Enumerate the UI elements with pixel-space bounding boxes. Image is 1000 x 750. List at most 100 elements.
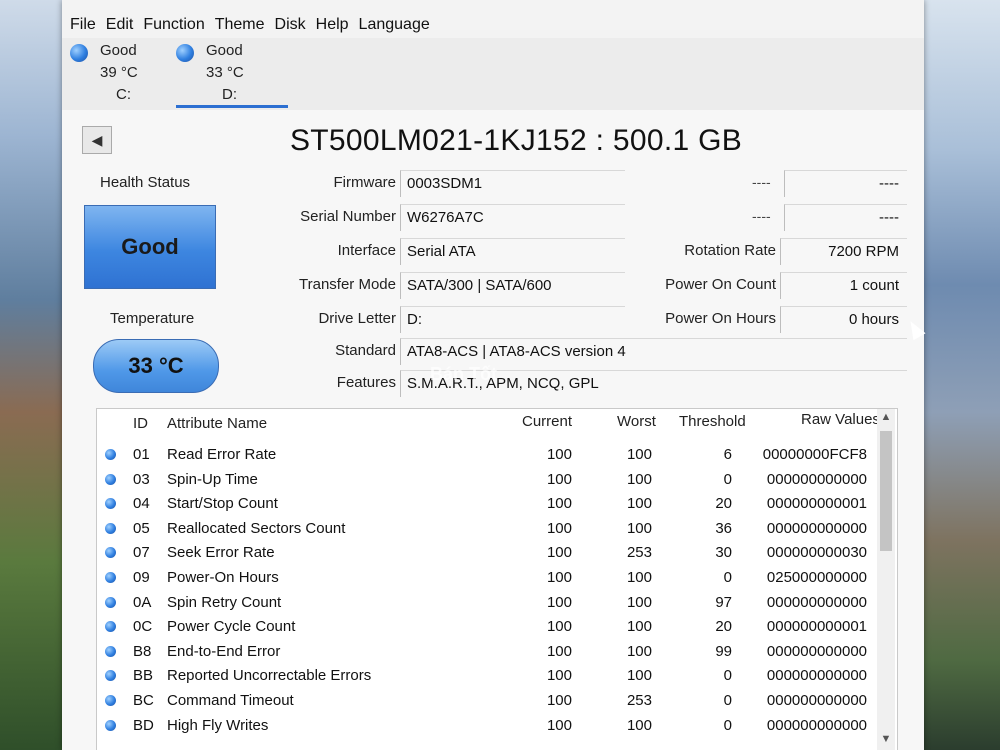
transfer-mode-value: SATA/300 | SATA/600 <box>400 272 625 299</box>
health-status-button[interactable]: Good <box>84 205 216 289</box>
health-status-label: Health Status <box>100 174 191 191</box>
table-row[interactable]: 0A Spin Retry Count 100 100 97 000000000000 <box>97 591 877 615</box>
cell-current: 100 <box>546 495 572 513</box>
drive-status: Good <box>206 42 243 59</box>
menu-function[interactable]: Function <box>143 16 204 38</box>
table-row[interactable]: 07 Seek Error Rate 100 253 30 000000000030 <box>97 541 877 565</box>
health-dot-icon <box>105 596 116 608</box>
cell-threshold: 0 <box>723 716 732 734</box>
table-header: ID Attribute Name Current Worst Threshol… <box>97 409 880 435</box>
menu-help[interactable]: Help <box>316 16 349 38</box>
table-row[interactable]: 01 Read Error Rate 100 100 6 00000000FCF8 <box>97 443 877 467</box>
cell-attribute-name: High Fly Writes <box>167 716 269 734</box>
cell-threshold: 36 <box>715 519 732 537</box>
drive-selector-bar: Good 39 °C C: Good 33 °C D: <box>62 38 924 111</box>
health-dot-icon <box>105 645 116 657</box>
drive-letter-label: Drive Letter <box>318 310 396 327</box>
header-attribute-name[interactable]: Attribute Name <box>167 415 267 432</box>
firmware-label: Firmware <box>333 174 397 191</box>
cell-id: 04 <box>133 495 150 513</box>
cell-worst: 100 <box>626 470 652 488</box>
drive-letter: D: <box>222 86 237 103</box>
header-current[interactable]: Current <box>522 413 572 430</box>
health-dot-icon <box>105 621 116 633</box>
table-row[interactable]: 09 Power-On Hours 100 100 0 025000000000 <box>97 566 877 590</box>
cell-raw-value: 000000000000 <box>766 593 867 611</box>
cell-threshold: 0 <box>723 569 732 586</box>
table-row[interactable]: 05 Reallocated Sectors Count 100 100 36 00000… <box>97 517 877 541</box>
cell-id: BD <box>133 716 154 734</box>
cell-current: 100 <box>546 569 572 586</box>
health-dot-icon <box>105 473 116 485</box>
cell-raw-value: 000000000000 <box>766 667 867 685</box>
header-threshold[interactable]: Threshold <box>679 413 746 430</box>
table-row[interactable]: 04 Start/Stop Count 100 100 20 000000000001 <box>97 492 877 516</box>
power-on-hours-label: Power On Hours <box>665 310 776 327</box>
previous-disk-button[interactable]: ◀ <box>82 126 112 154</box>
cell-worst: 100 <box>626 569 652 586</box>
drive-letter-value: D: <box>400 306 625 333</box>
menu-theme[interactable]: Theme <box>215 16 265 38</box>
cell-threshold: 20 <box>715 618 732 636</box>
cell-current: 100 <box>546 470 572 488</box>
cell-id: BC <box>133 692 154 709</box>
cell-raw-value: 000000000030 <box>766 544 867 562</box>
cell-raw-value: 025000000000 <box>766 569 867 586</box>
cell-worst: 253 <box>626 544 652 562</box>
cell-attribute-name: Read Error Rate <box>167 446 277 463</box>
smart-attributes-table: ID Attribute Name Current Worst Threshol… <box>96 408 898 750</box>
cell-threshold: 6 <box>723 446 732 463</box>
cell-raw-value: 000000000000 <box>766 519 867 537</box>
health-dot-icon <box>105 572 116 583</box>
cell-id: 03 <box>133 470 150 488</box>
cell-current: 100 <box>546 593 572 611</box>
cell-current: 100 <box>546 446 572 463</box>
table-scrollbar[interactable]: ▲ ▼ <box>877 409 895 750</box>
header-id[interactable]: ID <box>133 415 148 432</box>
chevron-up-icon[interactable]: ▲ <box>879 411 893 427</box>
cell-current: 100 <box>546 544 572 562</box>
health-dot-icon <box>105 449 116 460</box>
health-dot-icon <box>105 498 116 510</box>
chevron-down-icon[interactable]: ▼ <box>879 733 893 749</box>
menu-language[interactable]: Language <box>359 16 430 38</box>
scrollbar-thumb[interactable] <box>880 431 892 551</box>
cell-threshold: 0 <box>723 667 732 685</box>
rotation-rate-label: Rotation Rate <box>684 242 776 259</box>
cell-threshold: 97 <box>715 593 732 611</box>
cell-attribute-name: Power Cycle Count <box>167 618 296 636</box>
table-row[interactable]: BC Command Timeout 100 253 0 000000000000 <box>97 689 877 713</box>
cell-id: B8 <box>133 642 152 660</box>
cell-threshold: 99 <box>715 642 732 660</box>
table-row[interactable]: 0C Power Cycle Count 100 100 20 000000000001 <box>97 615 877 639</box>
drive-tab-d[interactable]: Good 33 °C D: <box>176 42 288 108</box>
table-row[interactable]: 03 Spin-Up Time 100 100 0 000000000000 <box>97 468 877 492</box>
table-row[interactable]: BD High Fly Writes 100 100 0 000000000000 <box>97 714 877 738</box>
table-row[interactable]: BB Reported Uncorrectable Errors 100 100 0 00… <box>97 664 877 688</box>
features-label: Features <box>336 374 396 391</box>
cell-worst: 100 <box>626 519 652 537</box>
health-dot-icon <box>176 44 194 62</box>
power-on-count-value: 1 count <box>780 272 907 299</box>
menu-file[interactable]: File <box>70 16 96 38</box>
transfer-mode-label: Transfer Mode <box>299 276 396 293</box>
cell-threshold: 20 <box>715 495 732 513</box>
cell-worst: 100 <box>626 593 652 611</box>
cell-raw-value: 000000000000 <box>766 692 867 709</box>
header-raw-values[interactable]: Raw Values <box>801 411 880 428</box>
cell-attribute-name: Power-On Hours <box>167 569 279 586</box>
cell-worst: 100 <box>626 495 652 513</box>
table-row[interactable]: B8 End-to-End Error 100 100 99 000000000000 <box>97 640 877 664</box>
menu-edit[interactable]: Edit <box>106 16 134 38</box>
blank-value-2: ---- <box>784 204 907 231</box>
blank-label-2: ---- <box>752 208 771 224</box>
health-dot-icon <box>105 522 116 534</box>
cell-id: 09 <box>133 569 150 586</box>
menu-disk[interactable]: Disk <box>275 16 306 38</box>
cell-id: 0C <box>133 618 153 636</box>
standard-label: Standard <box>335 342 396 359</box>
cell-current: 100 <box>546 692 572 709</box>
header-worst[interactable]: Worst <box>617 413 656 430</box>
drive-tab-c[interactable]: Good 39 °C C: <box>70 42 170 108</box>
drive-temp: 39 °C <box>100 64 138 81</box>
